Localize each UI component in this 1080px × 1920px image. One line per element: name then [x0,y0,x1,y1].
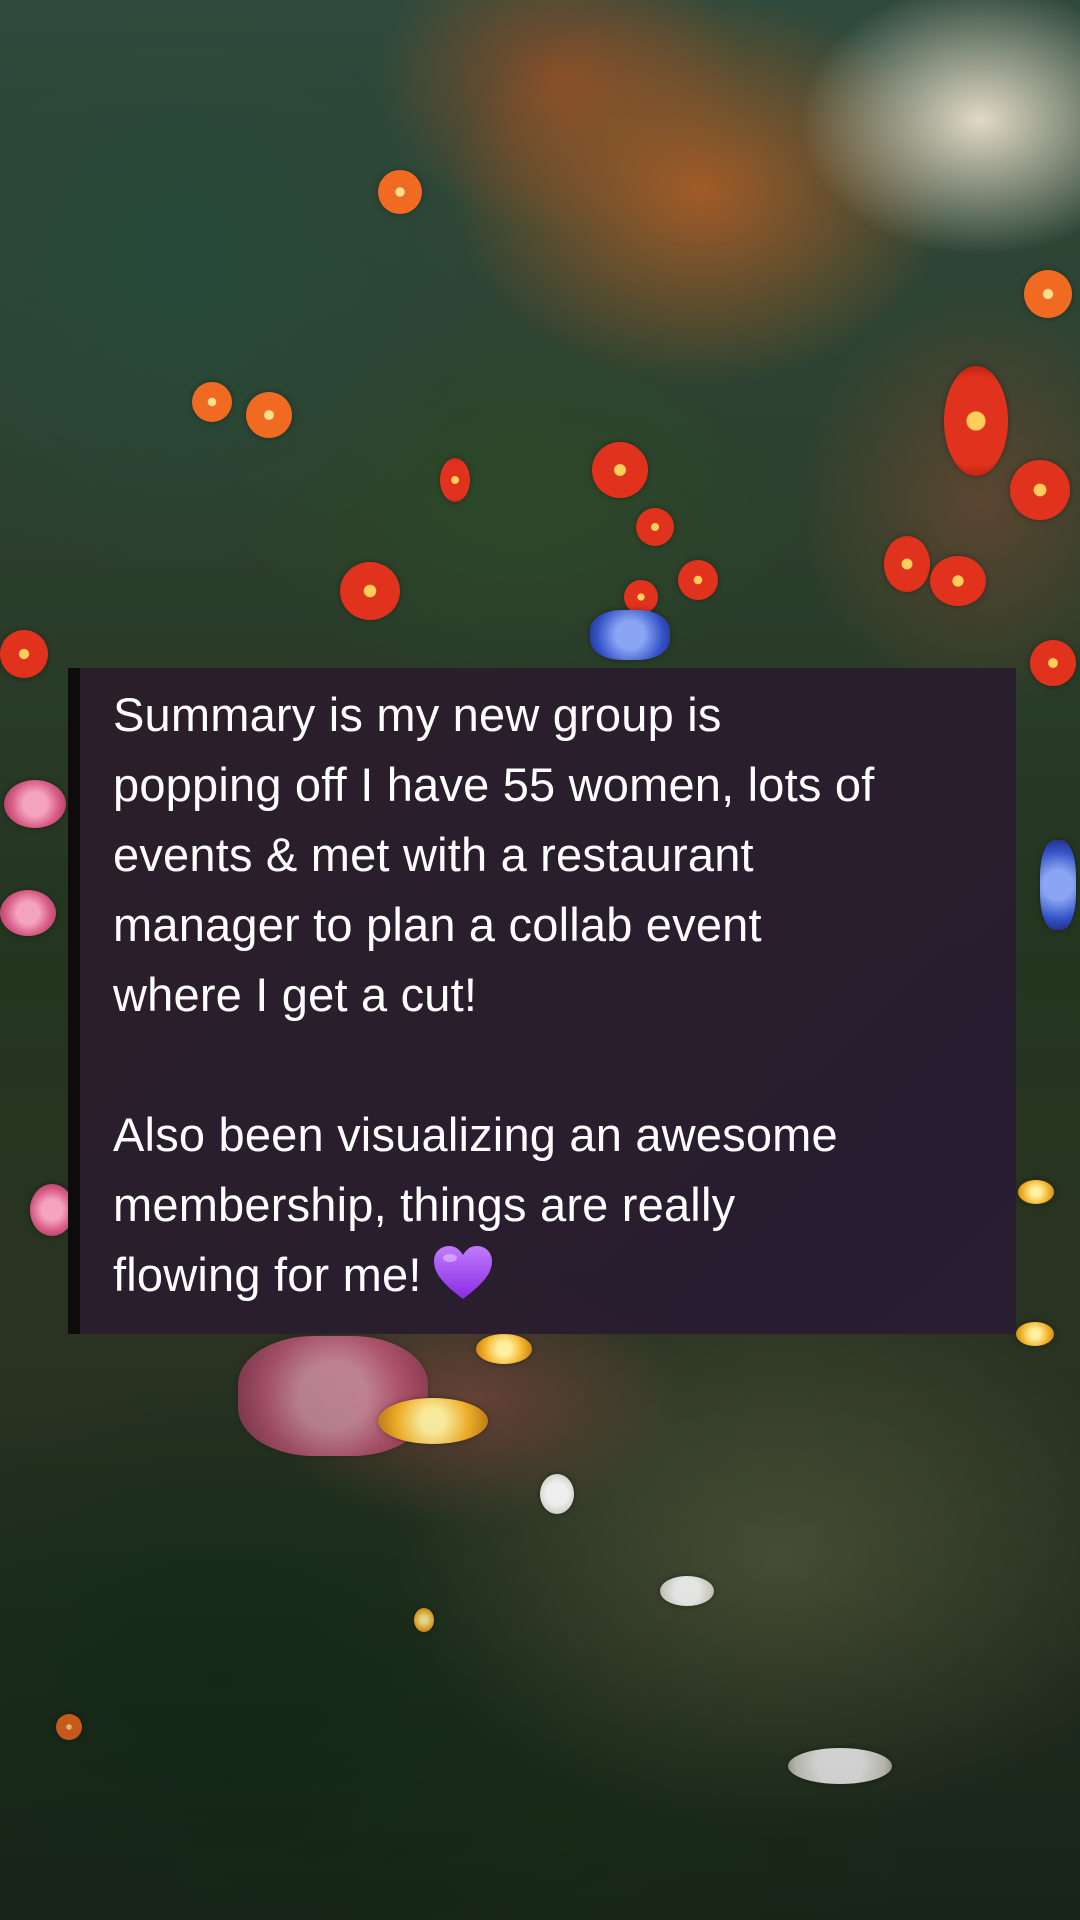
text-box-left-edge [68,668,80,1334]
message-text-box: Summary is my new group is popping off I… [68,668,1016,1334]
story-screen: Summary is my new group is popping off I… [0,0,1080,1920]
message-paragraph-1: Summary is my new group is popping off I… [113,688,875,1021]
message-paragraph-2-line: Also been visualizing an awesome members… [113,1100,976,1310]
purple-heart-icon [433,1246,492,1299]
